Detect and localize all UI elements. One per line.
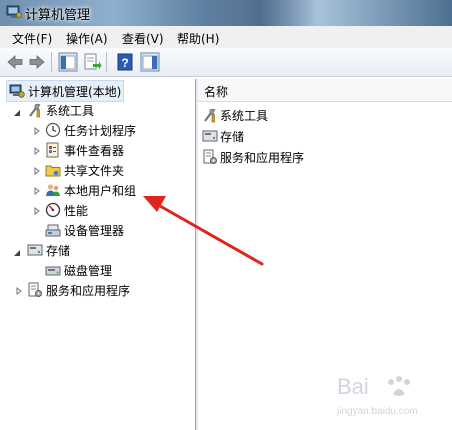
back-arrow-icon[interactable] bbox=[5, 52, 25, 72]
shared-folder-icon bbox=[45, 165, 61, 177]
tree-root-computer-management[interactable]: 计算机管理(本地) bbox=[6, 80, 125, 102]
list-item-services-applications[interactable]: 服务和应用程序 bbox=[202, 147, 304, 167]
baidu-watermark-logo: Bai jingyan.baidu.com bbox=[336, 374, 418, 417]
tools-icon bbox=[29, 103, 41, 118]
menu-view[interactable]: 查看(V) bbox=[122, 30, 164, 47]
list-item-label: 服务和应用程序 bbox=[220, 150, 305, 165]
tree-label: 服务和应用程序 bbox=[46, 283, 131, 298]
tree-label: 共享文件夹 bbox=[64, 163, 125, 178]
computer-management-icon bbox=[6, 5, 22, 18]
list-item-label: 系统工具 bbox=[220, 108, 269, 123]
menu-bar: 文件(F) 操作(A) 查看(V) 帮助(H) bbox=[0, 26, 452, 49]
tree-item-device-manager[interactable]: 设备管理器 bbox=[45, 220, 124, 240]
expand-closed-icon[interactable] bbox=[15, 287, 23, 295]
console-tree: 计算机管理(本地) 系统工具 任务计划程序 事件查看器 共享文件夹 本地用户和组… bbox=[2, 79, 196, 430]
help-icon[interactable]: ? bbox=[115, 52, 135, 72]
toolbar-separator bbox=[106, 52, 107, 72]
svg-text:?: ? bbox=[121, 56, 128, 70]
list-item-storage[interactable]: 存储 bbox=[202, 126, 244, 146]
tree-label: 磁盘管理 bbox=[64, 263, 113, 278]
menu-action[interactable]: 操作(A) bbox=[66, 30, 108, 47]
tree-label: 本地用户和组 bbox=[64, 183, 137, 198]
tree-item-disk-management[interactable]: 磁盘管理 bbox=[45, 260, 112, 280]
forward-arrow-icon[interactable] bbox=[27, 52, 47, 72]
tree-item-storage[interactable]: 存储 bbox=[27, 240, 70, 260]
toolbar: ? bbox=[0, 48, 452, 77]
watermark-brand: Bai bbox=[337, 374, 369, 399]
tree-item-system-tools[interactable]: 系统工具 bbox=[27, 100, 94, 120]
services-icon bbox=[203, 149, 217, 164]
storage-icon bbox=[202, 130, 218, 142]
expand-closed-icon[interactable] bbox=[33, 187, 41, 195]
column-header-label: 名称 bbox=[204, 85, 229, 99]
tools-icon bbox=[204, 108, 216, 123]
list-item-system-tools[interactable]: 系统工具 bbox=[202, 105, 268, 125]
watermark-url: jingyan.baidu.com bbox=[336, 406, 418, 417]
expand-closed-icon[interactable] bbox=[33, 167, 41, 175]
toolbar-separator bbox=[51, 52, 52, 72]
tree-item-shared-folders[interactable]: 共享文件夹 bbox=[45, 160, 124, 180]
tree-label: 事件查看器 bbox=[64, 143, 125, 158]
expand-open-icon[interactable] bbox=[13, 109, 21, 117]
clock-icon bbox=[45, 122, 61, 138]
tree-label: 任务计划程序 bbox=[64, 123, 137, 138]
computer-management-icon bbox=[9, 84, 25, 98]
show-hide-action-pane-icon[interactable] bbox=[140, 52, 160, 72]
title-bar: 计算机管理 bbox=[0, 0, 452, 26]
window-title: 计算机管理 bbox=[25, 8, 91, 23]
expand-open-icon[interactable] bbox=[13, 249, 21, 257]
show-hide-console-tree-icon[interactable] bbox=[58, 52, 78, 72]
tree-item-performance[interactable]: 性能 bbox=[45, 200, 88, 220]
expand-closed-icon[interactable] bbox=[33, 147, 41, 155]
tree-label: 计算机管理(本地) bbox=[28, 84, 122, 99]
tree-item-task-scheduler[interactable]: 任务计划程序 bbox=[45, 120, 136, 140]
tree-item-event-viewer[interactable]: 事件查看器 bbox=[45, 140, 124, 160]
services-icon bbox=[28, 282, 42, 297]
list-item-label: 存储 bbox=[220, 129, 245, 144]
tree-label: 设备管理器 bbox=[64, 223, 125, 238]
event-viewer-icon bbox=[46, 142, 59, 158]
menu-file[interactable]: 文件(F) bbox=[12, 30, 52, 47]
users-icon bbox=[46, 184, 60, 196]
menu-help[interactable]: 帮助(H) bbox=[177, 30, 219, 47]
tree-label: 系统工具 bbox=[46, 103, 95, 118]
expand-closed-icon[interactable] bbox=[33, 207, 41, 215]
tree-label: 存储 bbox=[46, 243, 71, 258]
tree-item-services-applications[interactable]: 服务和应用程序 bbox=[27, 280, 130, 300]
storage-icon bbox=[27, 244, 43, 256]
expand-closed-icon[interactable] bbox=[33, 127, 41, 135]
export-list-icon[interactable] bbox=[82, 52, 102, 72]
tree-item-local-users-groups[interactable]: 本地用户和组 bbox=[45, 180, 136, 200]
column-header-name[interactable]: 名称 bbox=[198, 79, 452, 102]
tree-label: 性能 bbox=[64, 203, 89, 218]
disk-management-icon bbox=[45, 266, 61, 276]
performance-gauge-icon bbox=[45, 202, 61, 218]
device-manager-icon bbox=[45, 224, 61, 237]
